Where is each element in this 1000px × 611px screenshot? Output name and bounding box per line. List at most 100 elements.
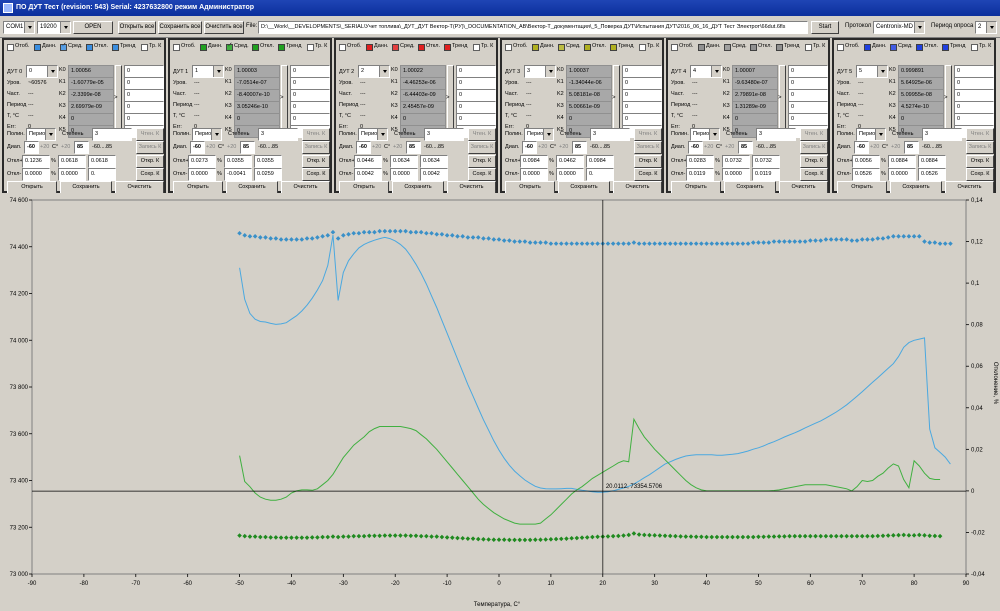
range-max-input[interactable]: 85 [240,141,255,154]
poly-select[interactable]: Период [192,128,222,141]
write-k-button[interactable]: Запись К [136,141,164,154]
transfer-scrollbar[interactable] [447,65,454,137]
read-k-button[interactable]: Чтен. К [800,128,828,141]
data-color-swatch[interactable] [34,44,41,51]
save-k-button[interactable]: Сохр. К [800,168,828,181]
data-color-swatch[interactable] [532,44,539,51]
range-max-input[interactable]: 85 [572,141,587,154]
save-k-button[interactable]: Сохр. К [966,168,994,181]
dev-color-swatch[interactable] [916,44,923,51]
write-k-button[interactable]: Запись К [800,141,828,154]
range-max-input[interactable]: 85 [406,141,421,154]
save-all-button[interactable]: Сохранить все [158,21,202,34]
trk-checkbox[interactable] [473,44,480,51]
transfer-scrollbar[interactable] [779,65,786,137]
trend-color-swatch[interactable] [776,44,783,51]
degree-input[interactable]: 3 [92,128,132,141]
degree-input[interactable]: 3 [258,128,298,141]
poly-select[interactable]: Период [26,128,56,141]
transfer-scrollbar[interactable] [115,65,122,137]
transfer-scrollbar[interactable] [945,65,952,137]
transfer-scrollbar[interactable] [281,65,288,137]
show-checkbox[interactable] [173,44,180,51]
baud-select[interactable]: 19200 [37,21,71,34]
dev-color-swatch[interactable] [418,44,425,51]
data-color-swatch[interactable] [366,44,373,51]
trk-checkbox[interactable] [805,44,812,51]
read-k-button[interactable]: Чтен. К [302,128,330,141]
write-k-button[interactable]: Запись К [302,141,330,154]
file-path-field[interactable]: D:\__Work\__DEVELOPMENTS\_SERIAL\Учет то… [258,21,808,34]
read-k-button[interactable]: Чтен. К [634,128,662,141]
save-k-button[interactable]: Сохр. К [634,168,662,181]
data-color-swatch[interactable] [200,44,207,51]
range-min-input[interactable]: -60 [190,141,205,154]
dev-color-swatch[interactable] [584,44,591,51]
degree-input[interactable]: 3 [756,128,796,141]
range-min-input[interactable]: -60 [522,141,537,154]
trend-color-swatch[interactable] [610,44,617,51]
start-button[interactable]: Start [811,21,839,34]
poly-select[interactable]: Период [524,128,554,141]
trend-color-swatch[interactable] [444,44,451,51]
open-k-button[interactable]: Откр. К [966,155,994,168]
degree-input[interactable]: 3 [590,128,630,141]
read-k-button[interactable]: Чтен. К [468,128,496,141]
port-select[interactable]: COM1 [3,21,35,34]
trend-color-swatch[interactable] [278,44,285,51]
trk-checkbox[interactable] [307,44,314,51]
read-k-button[interactable]: Чтен. К [966,128,994,141]
save-k-button[interactable]: Сохр. К [468,168,496,181]
trend-color-swatch[interactable] [112,44,119,51]
range-max-input[interactable]: 85 [738,141,753,154]
poly-select[interactable]: Период [856,128,886,141]
temperature-chart[interactable]: -90 -80 -70 -60 -50 -40 -30 -20 -10 0 10 20 30 40 50 60… [0,193,1000,611]
poly-select[interactable]: Период [690,128,720,141]
show-checkbox[interactable] [505,44,512,51]
range-max-input[interactable]: 85 [904,141,919,154]
open-k-button[interactable]: Откр. К [302,155,330,168]
data-color-swatch[interactable] [698,44,705,51]
show-checkbox[interactable] [671,44,678,51]
poly-select[interactable]: Период [358,128,388,141]
degree-input[interactable]: 3 [424,128,464,141]
trk-checkbox[interactable] [141,44,148,51]
write-k-button[interactable]: Запись К [966,141,994,154]
show-checkbox[interactable] [7,44,14,51]
range-min-input[interactable]: -60 [356,141,371,154]
dev-color-swatch[interactable] [750,44,757,51]
sensor-id-select[interactable]: 1 [192,65,224,78]
trend-color-swatch[interactable] [942,44,949,51]
protocol-select[interactable]: Centronix-MD [873,21,925,34]
show-checkbox[interactable] [339,44,346,51]
range-min-input[interactable]: -60 [688,141,703,154]
open-k-button[interactable]: Откр. К [634,155,662,168]
open-k-button[interactable]: Откр. К [800,155,828,168]
range-min-input[interactable]: -60 [24,141,39,154]
trk-checkbox[interactable] [971,44,978,51]
dev-color-swatch[interactable] [252,44,259,51]
open-all-button[interactable]: Открыть все [118,21,156,34]
dev-color-swatch[interactable] [86,44,93,51]
open-k-button[interactable]: Откр. К [136,155,164,168]
sensor-id-select[interactable]: 4 [690,65,722,78]
range-max-input[interactable]: 85 [74,141,89,154]
data-color-swatch[interactable] [864,44,871,51]
clear-all-button[interactable]: Очистить все [204,21,244,34]
show-checkbox[interactable] [837,44,844,51]
sensor-id-select[interactable]: 0 [26,65,58,78]
open-port-button[interactable]: OPEN [73,21,113,34]
save-k-button[interactable]: Сохр. К [302,168,330,181]
sensor-id-select[interactable]: 3 [524,65,556,78]
write-k-button[interactable]: Запись К [634,141,662,154]
open-k-button[interactable]: Откр. К [468,155,496,168]
write-k-button[interactable]: Запись К [468,141,496,154]
read-k-button[interactable]: Чтен. К [136,128,164,141]
range-min-input[interactable]: -60 [854,141,869,154]
trk-checkbox[interactable] [639,44,646,51]
sensor-id-select[interactable]: 2 [358,65,390,78]
sensor-id-select[interactable]: 5 [856,65,888,78]
poll-period-select[interactable]: 2 [975,21,997,34]
transfer-scrollbar[interactable] [613,65,620,137]
degree-input[interactable]: 3 [922,128,962,141]
